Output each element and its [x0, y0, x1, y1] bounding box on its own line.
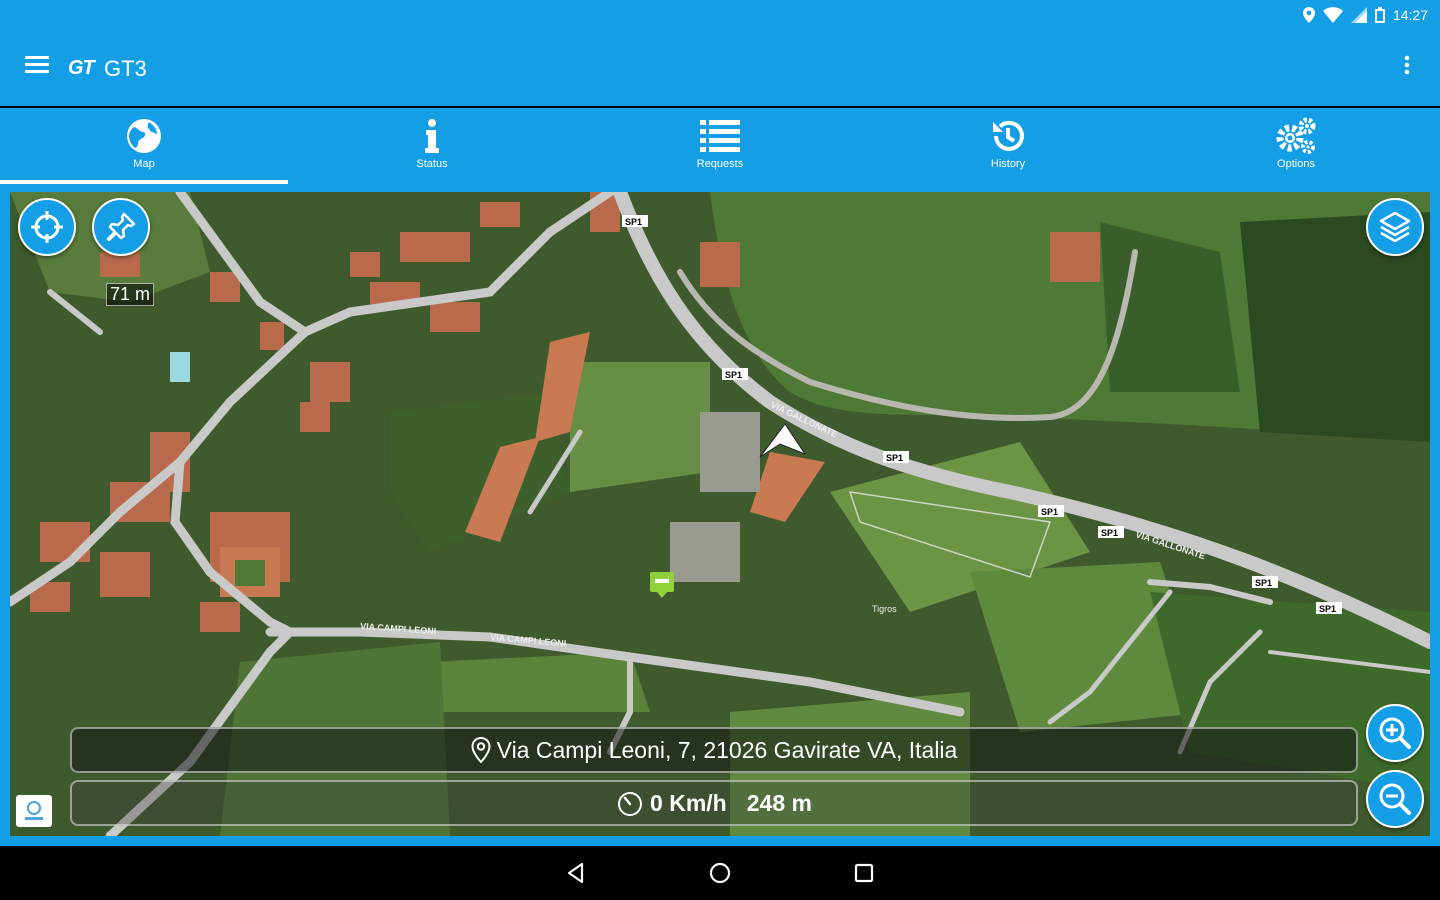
tab-history[interactable]: History	[864, 108, 1152, 184]
home-button[interactable]	[703, 856, 737, 890]
road-label: SP1	[725, 370, 742, 380]
road-label: SP1	[886, 453, 903, 463]
pin-icon	[106, 212, 136, 242]
recents-button[interactable]	[847, 856, 881, 890]
pin-button[interactable]	[92, 198, 150, 256]
map-scale: 71 m	[106, 283, 155, 306]
zoom-out-icon	[1379, 783, 1411, 815]
home-icon	[709, 862, 731, 884]
info-icon	[425, 119, 439, 153]
zoom-in-button[interactable]	[1366, 704, 1424, 762]
map-provider-logo	[16, 795, 52, 827]
tab-label: History	[990, 158, 1026, 170]
battery-icon	[1374, 7, 1385, 23]
speed-value: 0 Km/h	[650, 789, 727, 816]
road-label: SP1	[1101, 528, 1118, 538]
overflow-menu-button[interactable]	[1392, 50, 1422, 80]
road-label: SP1	[1041, 507, 1058, 517]
road-label: SP1	[1319, 604, 1336, 614]
status-time: 14:27	[1392, 7, 1428, 23]
poi-marker[interactable]	[650, 572, 674, 598]
road-label: SP1	[625, 217, 642, 227]
back-button[interactable]	[559, 856, 593, 890]
map-frame: SP1 SP1 SP1 SP1 SP1 SP1 SP1 VIA GALLONAT…	[0, 184, 1440, 846]
list-icon	[700, 120, 740, 152]
status-icons: 14:27	[1302, 5, 1428, 25]
address-bar: Via Campi Leoni, 7, 21026 Gavirate VA, I…	[70, 727, 1358, 773]
location-pin-icon	[471, 737, 491, 763]
hamburger-menu-icon	[25, 56, 49, 73]
status-bar: 14:27	[0, 0, 1440, 30]
crosshair-icon	[31, 211, 63, 243]
history-icon	[993, 120, 1024, 151]
layers-button[interactable]	[1366, 198, 1424, 256]
zoom-out-button[interactable]	[1366, 770, 1424, 828]
tab-map[interactable]: Map	[0, 108, 288, 184]
tab-requests[interactable]: Requests	[576, 108, 864, 184]
gears-icon	[1276, 117, 1316, 154]
distance-value: 248 m	[746, 789, 812, 816]
globe-icon	[127, 119, 161, 153]
app-title: GT3	[104, 56, 147, 81]
center-location-button[interactable]	[18, 198, 76, 256]
vehicle-position-arrow	[759, 423, 807, 458]
address-text: Via Campi Leoni, 7, 21026 Gavirate VA, I…	[496, 736, 958, 763]
tab-label: Map	[133, 158, 155, 170]
tab-label: Requests	[696, 158, 744, 170]
tab-label: Status	[416, 158, 448, 170]
tab-options[interactable]: Options	[1152, 108, 1440, 184]
app-bar: GT GT3	[0, 30, 1440, 106]
speedometer-icon	[618, 792, 643, 816]
system-nav-bar	[0, 846, 1440, 900]
layers-icon	[1379, 211, 1411, 243]
more-vert-icon	[1404, 55, 1410, 75]
recents-icon	[854, 863, 874, 883]
poi-label: Tigros	[872, 604, 897, 614]
road-label: SP1	[1255, 578, 1272, 588]
zoom-in-icon	[1379, 717, 1411, 749]
tab-label: Options	[1277, 158, 1315, 170]
tab-bar: Map Status Requests History Options	[0, 108, 1440, 184]
menu-button[interactable]	[20, 50, 54, 80]
tab-status[interactable]: Status	[288, 108, 576, 184]
back-icon	[567, 862, 584, 884]
speed-bar: 0 Km/h 248 m	[70, 780, 1358, 826]
wifi-icon	[1322, 7, 1343, 23]
app-root: 14:27 GT GT3 Map Status Requests History…	[0, 0, 1440, 900]
map-provider-icon	[25, 801, 43, 820]
app-logo: GT	[68, 57, 95, 79]
signal-icon	[1350, 7, 1367, 23]
location-icon	[1302, 7, 1315, 23]
satellite-map[interactable]: SP1 SP1 SP1 SP1 SP1 SP1 SP1 VIA GALLONAT…	[10, 192, 1430, 836]
